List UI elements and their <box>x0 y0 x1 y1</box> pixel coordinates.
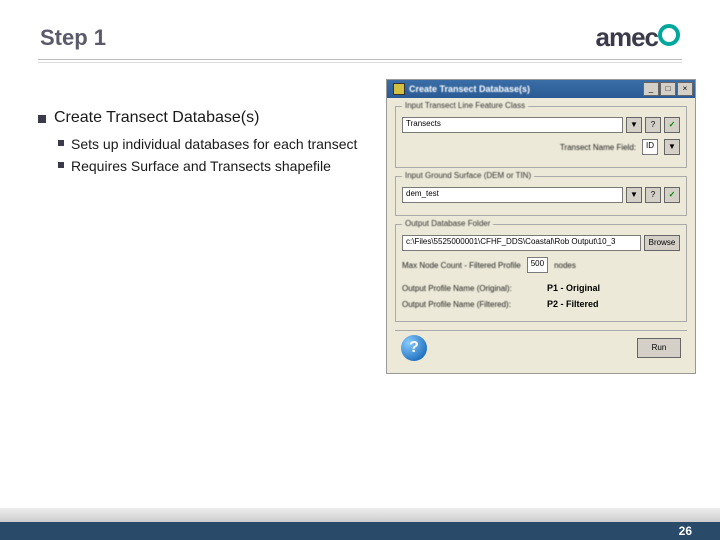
logo: amec <box>596 22 681 53</box>
dropdown-button[interactable]: ▼ <box>664 139 680 155</box>
surface-input[interactable]: dem_test <box>402 187 623 203</box>
filt-row: Output Profile Name (Filtered): P2 - Fil… <box>402 299 680 309</box>
square-bullet-icon <box>58 162 64 168</box>
group-label: Input Transect Line Feature Class <box>402 101 528 110</box>
orig-value: P1 - Original <box>547 283 600 293</box>
bullet-level2: Requires Surface and Transects shapefile <box>58 157 378 175</box>
bullet-text: Sets up individual databases for each tr… <box>71 135 357 153</box>
app-icon <box>393 83 405 95</box>
maximize-button[interactable]: □ <box>660 82 676 96</box>
input-row: Transects ▼ ? ✓ <box>402 117 680 133</box>
filt-value: P2 - Filtered <box>547 299 599 309</box>
page-number: 26 <box>679 524 692 538</box>
maxnode-suffix: nodes <box>554 261 576 270</box>
square-bullet-icon <box>58 140 64 146</box>
footer-bar-dark: 26 <box>0 522 720 540</box>
bullet-level1: Create Transect Database(s) <box>38 109 378 127</box>
window-title: Create Transect Database(s) <box>409 84 530 94</box>
transect-input[interactable]: Transects <box>402 117 623 133</box>
bullet-level2: Sets up individual databases for each tr… <box>58 135 378 153</box>
footer-bar-light <box>0 508 720 522</box>
logo-text: amec <box>596 22 659 53</box>
input-row: dem_test ▼ ? ✓ <box>402 187 680 203</box>
close-button[interactable]: × <box>677 82 693 96</box>
group-output-folder: Output Database Folder c:\Files\55250000… <box>395 224 687 322</box>
dialog-body: Input Transect Line Feature Class Transe… <box>387 98 695 373</box>
dropdown-button[interactable]: ▼ <box>626 117 642 133</box>
namefield-label: Transect Name Field: <box>560 143 636 152</box>
group-label: Output Database Folder <box>402 219 493 228</box>
group-surface-input: Input Ground Surface (DEM or TIN) dem_te… <box>395 176 687 216</box>
maxnode-label: Max Node Count - Filtered Profile <box>402 261 521 270</box>
orig-label: Output Profile Name (Original): <box>402 284 537 293</box>
group-transect-input: Input Transect Line Feature Class Transe… <box>395 106 687 168</box>
text-column: Create Transect Database(s) Sets up indi… <box>38 79 378 374</box>
dropdown-button[interactable]: ▼ <box>626 187 642 203</box>
filt-label: Output Profile Name (Filtered): <box>402 300 537 309</box>
help-button[interactable]: ? <box>645 117 661 133</box>
browse-button[interactable]: Browse <box>644 235 680 251</box>
namefield-input[interactable]: ID <box>642 139 658 155</box>
group-label: Input Ground Surface (DEM or TIN) <box>402 171 534 180</box>
slide-title: Step 1 <box>40 25 106 51</box>
dialog-window: Create Transect Database(s) _ □ × Input … <box>386 79 696 374</box>
help-button[interactable]: ? <box>645 187 661 203</box>
output-path-input[interactable]: c:\Files\5525000001\CFHF_DDS\Coastal\Rob… <box>402 235 641 251</box>
maxnode-input[interactable]: 500 <box>527 257 548 273</box>
help-icon[interactable]: ? <box>401 335 427 361</box>
orig-row: Output Profile Name (Original): P1 - Ori… <box>402 283 680 293</box>
slide-footer: 26 <box>0 508 720 540</box>
check-button[interactable]: ✓ <box>664 187 680 203</box>
screenshot-column: Create Transect Database(s) _ □ × Input … <box>386 79 696 374</box>
namefield-row: Transect Name Field: ID ▼ <box>402 139 680 155</box>
dialog-bottom: ? Run <box>395 330 687 365</box>
path-row: c:\Files\5525000001\CFHF_DDS\Coastal\Rob… <box>402 235 680 251</box>
check-button[interactable]: ✓ <box>664 117 680 133</box>
minimize-button[interactable]: _ <box>643 82 659 96</box>
slide-header: Step 1 amec <box>0 0 720 59</box>
logo-circle-icon <box>658 24 680 46</box>
window-buttons: _ □ × <box>643 82 693 96</box>
titlebar[interactable]: Create Transect Database(s) _ □ × <box>387 80 695 98</box>
titlebar-left: Create Transect Database(s) <box>393 83 530 95</box>
square-bullet-icon <box>38 115 46 123</box>
maxnode-row: Max Node Count - Filtered Profile 500 no… <box>402 257 680 273</box>
content-area: Create Transect Database(s) Sets up indi… <box>0 63 720 374</box>
bullet-text: Create Transect Database(s) <box>54 109 259 127</box>
divider <box>38 59 682 60</box>
run-button[interactable]: Run <box>637 338 681 358</box>
bullet-text: Requires Surface and Transects shapefile <box>71 157 331 175</box>
